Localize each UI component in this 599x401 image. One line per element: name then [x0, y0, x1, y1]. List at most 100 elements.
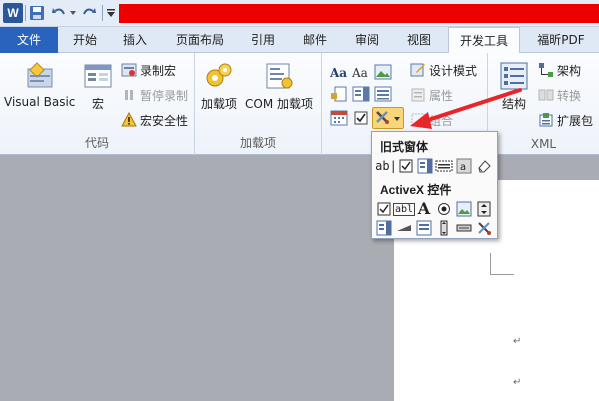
activex-text-box-glyph: abl — [392, 202, 416, 216]
svg-text:Aa: Aa — [352, 66, 368, 80]
redo-icon[interactable] — [80, 3, 98, 23]
tab-view[interactable]: 视图 — [398, 27, 440, 53]
transform-button: 转换 — [538, 86, 581, 104]
visual-basic-label: Visual Basic — [4, 95, 76, 109]
com-addins-icon — [263, 61, 295, 91]
structure-icon — [498, 61, 530, 91]
legacy-forms-heading: 旧式窗体 — [380, 140, 429, 154]
pause-icon — [121, 87, 137, 103]
combo-box-content-icon[interactable] — [352, 85, 370, 103]
pause-record-label: 暂停录制 — [140, 88, 189, 103]
addins-group: 加载项 COM 加载项 加载项 — [195, 53, 322, 155]
activex-command-button-icon[interactable] — [455, 219, 473, 237]
legacy-text-field-glyph: ab| — [375, 159, 397, 173]
activex-text-box-icon[interactable]: abl — [392, 200, 416, 218]
more-controls-icon[interactable] — [475, 219, 493, 237]
structure-button[interactable]: 结构 — [498, 61, 530, 112]
tab-foxit-pdf[interactable]: 福昕PDF — [528, 27, 594, 53]
visual-basic-icon — [24, 61, 56, 91]
svg-text:a: a — [460, 162, 466, 173]
legacy-tools-button[interactable] — [372, 107, 404, 129]
expansion-pack-button[interactable]: 扩展包 — [538, 111, 593, 129]
addins-button[interactable]: 加载项 — [201, 61, 237, 112]
group-button: 组合 — [410, 111, 453, 129]
ribbon-tab-bar: 文件 开始 插入 页面布局 引用 邮件 审阅 视图 开发工具 福昕PDF — [0, 27, 599, 54]
undo-dropdown-icon[interactable] — [68, 3, 78, 23]
xml-group: 结构 架构 转换 扩展包 XML — [488, 53, 599, 155]
warning-icon — [121, 111, 137, 128]
record-macro-icon — [121, 62, 137, 78]
activex-combo-box-icon[interactable] — [375, 219, 393, 237]
plain-text-content-icon[interactable]: Aa — [351, 63, 370, 81]
design-mode-label: 设计模式 — [429, 63, 478, 78]
properties-button: 属性 — [410, 86, 453, 104]
macro-button[interactable]: 宏 — [82, 61, 114, 112]
xml-group-label: XML — [530, 137, 557, 151]
tab-file[interactable]: 文件 — [0, 27, 58, 53]
title-bar: W — [0, 0, 599, 27]
building-block-icon[interactable] — [330, 85, 348, 103]
svg-text:Aa: Aa — [330, 66, 347, 80]
form-field-shading-icon[interactable]: a — [455, 157, 473, 175]
activex-image-icon[interactable] — [455, 200, 473, 218]
structure-label: 结构 — [501, 97, 526, 111]
tab-developer[interactable]: 开发工具 — [448, 27, 520, 54]
reset-form-fields-icon[interactable] — [475, 157, 493, 175]
schema-button[interactable]: 架构 — [538, 61, 581, 79]
activex-controls-heading: ActiveX 控件 — [380, 183, 452, 197]
paragraph-mark-icon: ↵ — [513, 336, 522, 347]
com-addins-button[interactable]: COM 加载项 — [245, 61, 313, 112]
undo-icon[interactable] — [50, 3, 68, 23]
qat-separator — [102, 5, 103, 21]
tab-review[interactable]: 审阅 — [346, 27, 388, 53]
pause-record-button: 暂停录制 — [121, 86, 188, 104]
properties-icon — [410, 87, 426, 103]
legacy-checkbox-icon[interactable] — [397, 157, 415, 175]
tab-home[interactable]: 开始 — [66, 27, 104, 53]
insert-frame-icon[interactable] — [435, 157, 453, 175]
customize-icon[interactable] — [105, 3, 117, 23]
tab-page-layout[interactable]: 页面布局 — [165, 27, 235, 53]
macro-security-button[interactable]: 宏安全性 — [121, 111, 188, 129]
activex-label-glyph: A — [417, 198, 431, 218]
transform-label: 转换 — [557, 88, 582, 103]
gear-icon — [203, 61, 235, 91]
macro-icon — [82, 61, 114, 91]
activex-option-button-icon[interactable] — [435, 200, 453, 218]
dropdown-list-content-icon[interactable] — [374, 85, 392, 103]
legacy-tools-dropdown: 旧式窗体 ab| a ActiveX 控件 abl A — [371, 131, 498, 239]
date-picker-icon[interactable] — [330, 109, 348, 127]
legacy-text-field-icon[interactable]: ab| — [375, 157, 397, 175]
code-group-label: 代码 — [84, 136, 109, 150]
activex-toggle-button-icon[interactable] — [395, 219, 413, 237]
group-icon — [410, 112, 426, 128]
checkbox-content-icon[interactable] — [352, 109, 370, 127]
save-icon[interactable] — [28, 3, 46, 23]
group-label: 组合 — [429, 113, 454, 128]
properties-label: 属性 — [429, 88, 454, 103]
activex-scroll-bar-icon[interactable] — [435, 219, 453, 237]
activex-checkbox-icon[interactable] — [375, 200, 393, 218]
title-redaction-bar — [119, 4, 599, 23]
code-group: Visual Basic 宏 录制宏 暂停录制 宏安全性 代码 — [0, 53, 195, 155]
activex-list-box-icon[interactable] — [415, 219, 433, 237]
qat-separator — [25, 5, 26, 21]
picture-content-icon[interactable] — [374, 63, 392, 81]
expansion-pack-label: 扩展包 — [557, 113, 594, 128]
ribbon-panel: Visual Basic 宏 录制宏 暂停录制 宏安全性 代码 加载项 COM … — [0, 53, 599, 155]
design-mode-button[interactable]: 设计模式 — [410, 61, 477, 79]
activex-spin-button-icon[interactable] — [475, 200, 493, 218]
macro-security-label: 宏安全性 — [140, 113, 189, 128]
rich-text-content-icon[interactable]: Aa — [329, 63, 348, 81]
tab-references[interactable]: 引用 — [244, 27, 282, 53]
record-macro-button[interactable]: 录制宏 — [121, 61, 176, 79]
tab-insert[interactable]: 插入 — [115, 27, 155, 53]
record-macro-label: 录制宏 — [140, 63, 177, 78]
word-logo[interactable]: W — [3, 3, 23, 23]
transform-icon — [538, 87, 554, 103]
expansion-pack-icon — [538, 112, 554, 128]
legacy-dropdown-field-icon[interactable] — [416, 157, 434, 175]
visual-basic-button[interactable]: Visual Basic — [4, 61, 75, 109]
tab-mailings[interactable]: 邮件 — [294, 27, 336, 53]
activex-label-icon[interactable]: A — [415, 198, 433, 218]
